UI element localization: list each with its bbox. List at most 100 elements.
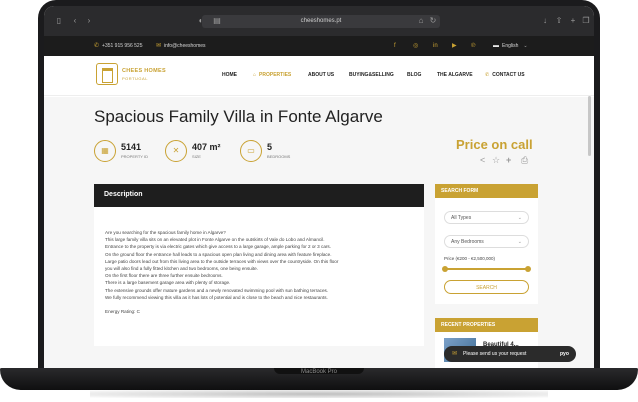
- recent-title: RECENT PROPERTIES: [441, 322, 496, 328]
- search-form: SEARCH FORM All Types ⌄ Any Bedrooms ⌄ P…: [435, 184, 538, 304]
- search-button-label: SEARCH: [476, 285, 497, 291]
- star-icon[interactable]: ☆: [492, 155, 500, 165]
- bedrooms-select-value: Any Bedrooms: [451, 239, 484, 245]
- stat-label: BEDROOMS: [267, 154, 291, 159]
- logo-subtitle: PORTUGAL: [122, 76, 148, 81]
- description-line: On the ground floor the entrance hall le…: [105, 251, 332, 257]
- stat-value: 407 m²: [192, 142, 221, 152]
- tabs-icon[interactable]: ❐: [581, 17, 591, 25]
- nav-buying-selling[interactable]: BUYING&SELLING: [349, 72, 394, 78]
- size-icon: ✕: [165, 140, 187, 162]
- property-header: Spacious Family Villa in Fonte Algarve ▦…: [44, 97, 594, 177]
- price-label: Price on call: [456, 137, 533, 152]
- scrollbar[interactable]: [588, 96, 591, 156]
- message-icon: ✉: [452, 351, 458, 357]
- nav-blog[interactable]: BLOG: [407, 72, 421, 78]
- description-card: Description Are you searching for the sp…: [94, 184, 424, 346]
- description-line: There is a large basement garage area wi…: [105, 280, 231, 286]
- price-range-track[interactable]: [445, 268, 528, 270]
- description-line: Large patio doors lead out from this liv…: [105, 258, 339, 264]
- top-contact-strip: ✆ +351 915 956 525 ✉ info@cheeshomes f ◎ i…: [44, 36, 594, 56]
- email-contact[interactable]: ✉ info@cheeshomes: [156, 41, 206, 51]
- search-button[interactable]: SEARCH: [444, 280, 529, 294]
- description-title: Description: [104, 191, 143, 198]
- page-title: Spacious Family Villa in Fonte Algarve: [94, 107, 383, 126]
- phone-icon: ✆: [94, 43, 100, 49]
- share-icon[interactable]: <: [480, 155, 485, 165]
- nav-about[interactable]: ABOUT US: [308, 72, 334, 78]
- bed-icon: ▭: [240, 140, 262, 162]
- chevron-down-icon: ⌄: [517, 239, 522, 245]
- back-icon[interactable]: ‹: [70, 17, 80, 25]
- chevron-down-icon: ⌄: [523, 43, 528, 49]
- translate-icon[interactable]: ⌂: [416, 17, 426, 25]
- price-range-label: Price (€200 - €2,500,000): [444, 256, 496, 261]
- plus-icon[interactable]: +: [506, 155, 511, 165]
- flag-icon: ▬: [493, 43, 499, 49]
- price-min-handle[interactable]: [442, 266, 448, 272]
- forward-icon[interactable]: ›: [84, 17, 94, 25]
- tab-icon: ▤: [213, 16, 221, 25]
- stat-value: 5: [267, 142, 273, 152]
- type-select-value: All Types: [451, 215, 472, 221]
- browser-toolbar: ▯ ‹ › ◐ cheeshomes.pt ▤ ⌂ ↻ ↓ ⇧ + ❐: [44, 6, 594, 36]
- phone-text: +351 915 956 525: [102, 43, 143, 49]
- logo-title[interactable]: CHEES HOMES: [122, 68, 166, 74]
- logo-icon[interactable]: [96, 63, 118, 85]
- chevron-down-icon: ⌄: [517, 215, 522, 221]
- description-line: This large family villa sits on an eleva…: [105, 237, 325, 243]
- laptop-screen: ▯ ‹ › ◐ cheeshomes.pt ▤ ⌂ ↻ ↓ ⇧ + ❐ ✆ +35…: [44, 6, 594, 368]
- recent-header: RECENT PROPERTIES: [435, 318, 538, 332]
- sidebar-icon[interactable]: ▯: [54, 17, 64, 25]
- mail-icon: ✉: [156, 43, 162, 49]
- stat-label: PROPERTY ID: [121, 154, 148, 159]
- chat-widget[interactable]: ✉ Please send us your request pyo: [444, 346, 576, 362]
- nav-properties-label: PROPERTIES: [259, 72, 292, 78]
- download-icon[interactable]: ↓: [540, 17, 550, 25]
- description-line: We fully recommend viewing this villa as…: [105, 294, 328, 300]
- main-nav: CHEES HOMES PORTUGAL HOME ⌂ PROPERTIES AB…: [44, 56, 594, 96]
- chat-language: pyo: [560, 351, 569, 357]
- search-form-header: SEARCH FORM: [435, 184, 538, 198]
- chat-text: Please send us your request: [463, 351, 527, 357]
- nav-properties[interactable]: ⌂ PROPERTIES: [253, 72, 291, 78]
- description-header: Description: [94, 184, 424, 207]
- stat-value: 5141: [121, 142, 142, 152]
- nav-algarve[interactable]: THE ALGARVE: [437, 72, 473, 78]
- description-body: Are you searching for the spacious famil…: [105, 229, 417, 315]
- id-card-icon: ▦: [94, 140, 116, 162]
- pinterest-icon[interactable]: ℗: [471, 41, 475, 51]
- energy-rating: Energy Rating: C: [105, 309, 140, 315]
- phone-contact[interactable]: ✆ +351 915 956 525: [94, 41, 143, 51]
- search-form-title: SEARCH FORM: [441, 188, 479, 194]
- description-line: On the first floor there are three furth…: [105, 273, 223, 279]
- new-tab-icon[interactable]: +: [568, 17, 578, 25]
- model-label: MacBook Pro: [300, 369, 337, 375]
- linkedin-icon[interactable]: in: [433, 41, 438, 51]
- language-text: English: [502, 43, 519, 49]
- url-text: cheeshomes.pt: [300, 18, 342, 24]
- price-max-handle[interactable]: [525, 266, 531, 272]
- address-bar[interactable]: cheeshomes.pt: [202, 15, 440, 28]
- bedrooms-select[interactable]: Any Bedrooms ⌄: [444, 235, 529, 248]
- language-selector[interactable]: ▬ English ⌄: [493, 41, 528, 51]
- facebook-icon[interactable]: f: [394, 41, 396, 51]
- nav-contact[interactable]: ✆ CONTACT US: [485, 72, 525, 78]
- home-icon: ⌂: [253, 72, 257, 78]
- email-text: info@cheeshomes: [164, 43, 206, 49]
- laptop-shadow: [90, 390, 548, 398]
- phone-icon: ✆: [485, 72, 490, 78]
- description-line: you will also find a fully fitted kitche…: [105, 266, 258, 272]
- refresh-icon[interactable]: ↻: [428, 17, 438, 25]
- print-icon[interactable]: ⎙: [521, 155, 528, 165]
- nav-home[interactable]: HOME: [222, 72, 237, 78]
- type-select[interactable]: All Types ⌄: [444, 211, 529, 224]
- stat-label: SIZE: [192, 154, 201, 159]
- description-line: Entrance to the property is via electric…: [105, 244, 331, 250]
- instagram-icon[interactable]: ◎: [413, 41, 418, 51]
- description-line: The extensive grounds offer mature garde…: [105, 287, 329, 293]
- youtube-icon[interactable]: ▶: [452, 41, 457, 51]
- share-icon[interactable]: ⇧: [554, 17, 564, 25]
- nav-contact-label: CONTACT US: [492, 72, 525, 78]
